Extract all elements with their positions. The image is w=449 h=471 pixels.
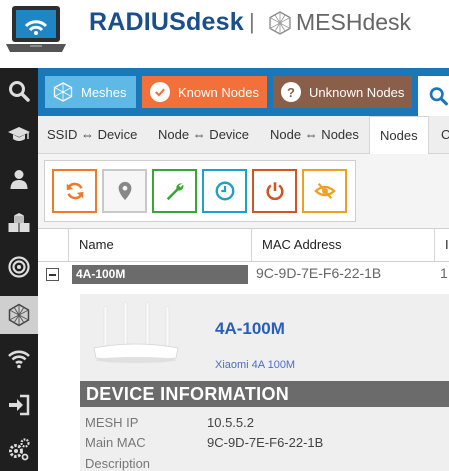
mesh-icon <box>53 82 73 102</box>
column-divider <box>251 229 252 261</box>
meshdesk-logo-icon <box>269 11 291 35</box>
reload-button[interactable] <box>52 169 97 213</box>
wifi-icon <box>8 350 30 369</box>
hide-button[interactable] <box>302 169 347 213</box>
grid-header: Name MAC Address I <box>38 228 449 262</box>
router-image <box>93 301 179 363</box>
sidebar-item-wifi[interactable] <box>0 340 38 378</box>
power-icon <box>265 182 284 201</box>
map-button[interactable] <box>102 169 147 213</box>
device-model: Xiaomi 4A 100M <box>215 359 296 371</box>
column-header-mac[interactable]: MAC Address <box>262 229 341 261</box>
row-mac-address: 9C-9D-7E-F6-22-1B <box>256 265 382 281</box>
toolbar <box>44 160 356 222</box>
eye-slash-icon <box>313 182 336 200</box>
minus-icon <box>49 273 56 276</box>
sidebar-item-meshdesk[interactable] <box>0 296 38 334</box>
sidebar-item-login[interactable] <box>0 386 38 424</box>
sidebar <box>0 68 38 471</box>
device-title: 4A-100M <box>215 319 285 338</box>
clock-icon <box>215 181 234 201</box>
row-detail-area: 4A-100M Xiaomi 4A 100M DEVICE INFORMATIO… <box>38 287 449 471</box>
info-label-mesh-ip: MESH IP <box>85 415 139 430</box>
tab-node-device[interactable]: Node ⇔ Device <box>158 116 249 154</box>
info-label-description: Description <box>85 456 151 471</box>
sidebar-item-devices[interactable] <box>0 204 38 242</box>
wifi-target-icon <box>8 256 30 278</box>
tab-meshes-label: Meshes <box>81 84 127 100</box>
cubes-icon <box>8 213 30 232</box>
wrench-icon <box>166 183 183 201</box>
tab-unknown-nodes-label: Unknown Nodes <box>309 84 405 100</box>
search-icon <box>9 81 30 102</box>
check-circle-icon <box>150 82 170 102</box>
tab-unknown-nodes[interactable]: ? Unknown Nodes <box>273 76 412 108</box>
main-tabbar: Meshes Known Nodes ? Unknown Nodes <box>38 68 449 116</box>
sidebar-item-hotspot[interactable] <box>0 248 38 286</box>
info-value-mesh-ip: 10.5.5.2 <box>207 415 254 430</box>
meshdesk-brand-title: MESHdesk <box>296 9 412 35</box>
graduation-cap-icon <box>8 127 30 141</box>
timing-button[interactable] <box>202 169 247 213</box>
gears-icon <box>9 438 30 461</box>
column-divider <box>68 229 69 261</box>
sidebar-item-training[interactable] <box>0 116 38 154</box>
laptop-wifi-logo-icon <box>6 6 66 52</box>
tab-known-nodes-label: Known Nodes <box>178 84 259 100</box>
column-divider <box>434 229 435 261</box>
brand-separator: | <box>249 9 255 34</box>
column-header-extra[interactable]: I <box>445 229 449 261</box>
configure-button[interactable] <box>152 169 197 213</box>
app-header: RADIUSdesk | MESHdesk <box>0 0 449 68</box>
tab-ssid-device[interactable]: SSID ⇔ Device <box>47 116 137 154</box>
table-row[interactable]: 4A-100M 9C-9D-7E-F6-22-1B 1 <box>38 262 449 287</box>
tab-search[interactable] <box>418 76 449 116</box>
tab-node-nodes[interactable]: Node ⇔ Nodes <box>270 116 359 154</box>
tab-more[interactable]: C <box>441 116 449 154</box>
tab-known-nodes[interactable]: Known Nodes <box>142 76 267 108</box>
device-detail-card: 4A-100M Xiaomi 4A 100M DEVICE INFORMATIO… <box>80 294 449 471</box>
row-extra-value: 1 <box>440 265 448 281</box>
device-information-banner: DEVICE INFORMATION <box>80 381 449 407</box>
refresh-icon <box>66 182 83 200</box>
sign-in-icon <box>9 394 30 416</box>
sidebar-item-users[interactable] <box>0 160 38 198</box>
question-circle-icon: ? <box>281 82 301 102</box>
power-button[interactable] <box>252 169 297 213</box>
search-icon <box>429 87 448 106</box>
sidebar-item-settings[interactable] <box>0 430 38 468</box>
tab-meshes[interactable]: Meshes <box>45 76 136 108</box>
collapse-row-toggle[interactable] <box>46 268 59 281</box>
tab-nodes[interactable]: Nodes <box>369 116 429 154</box>
info-label-main-mac: Main MAC <box>85 435 146 450</box>
map-marker-icon <box>118 181 131 201</box>
column-header-name[interactable]: Name <box>79 229 114 261</box>
app-brand-title: RADIUSdesk <box>89 8 244 36</box>
nodes-grid: Name MAC Address I 4A-100M 9C-9D-7E-F6-2… <box>38 228 449 471</box>
sidebar-item-search[interactable] <box>0 72 38 110</box>
subtab-bar: SSID ⇔ Device Node ⇔ Device Node ⇔ Nodes… <box>38 116 449 154</box>
mesh-icon <box>8 303 30 327</box>
row-node-name: 4A-100M <box>72 265 248 284</box>
info-value-main-mac: 9C-9D-7E-F6-22-1B <box>207 435 324 450</box>
toolbar-panel <box>38 154 449 228</box>
user-icon <box>10 170 28 189</box>
